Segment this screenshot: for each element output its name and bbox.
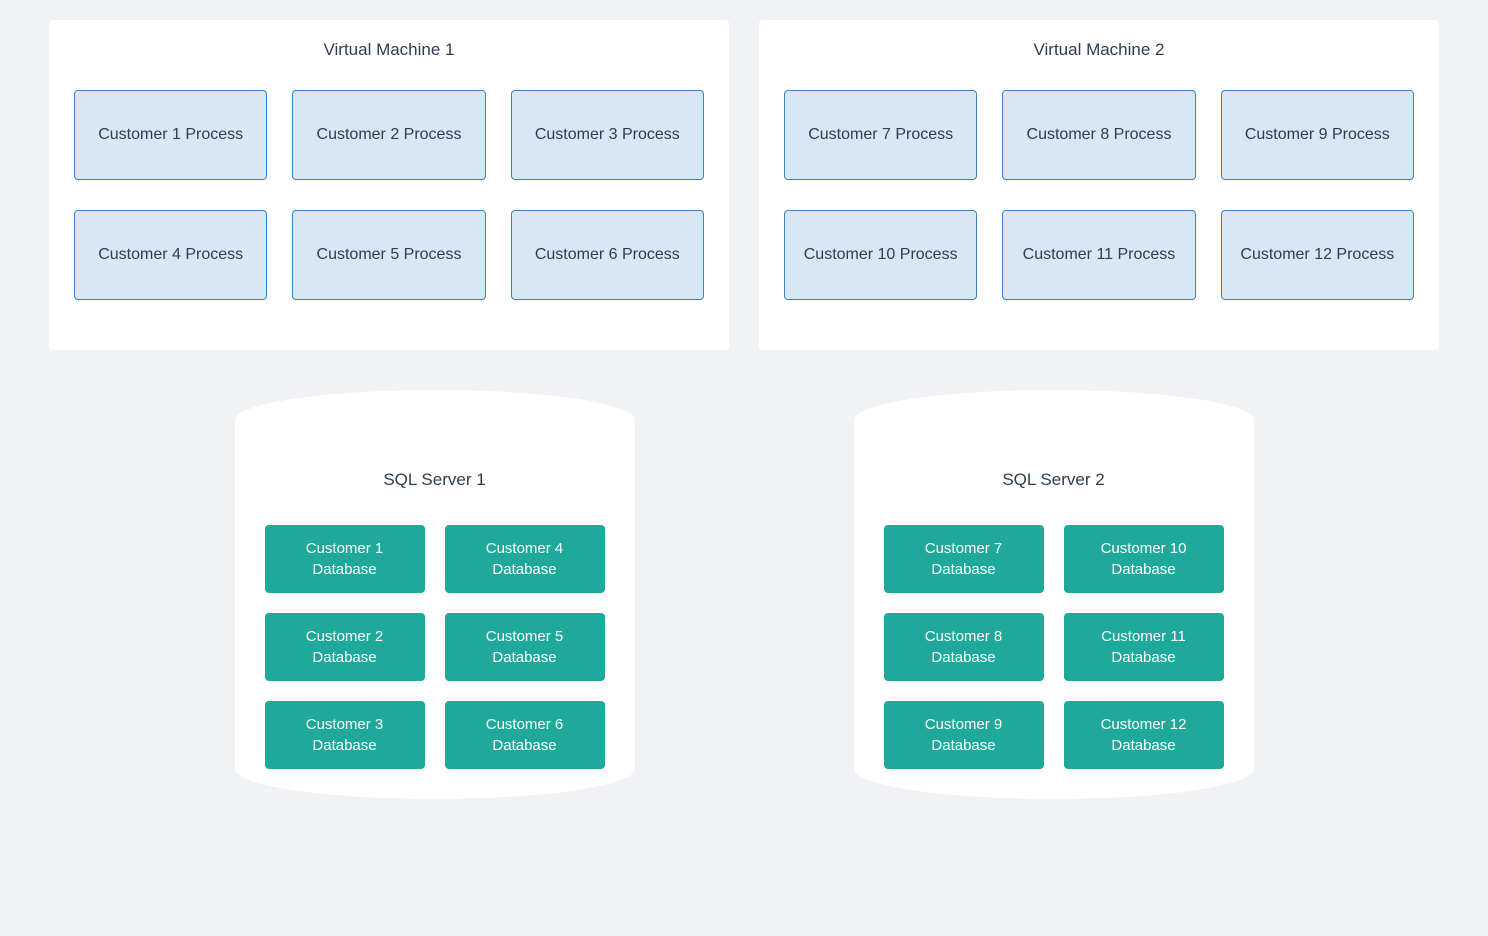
process-box: Customer 12 Process [1221,210,1414,300]
db-box: Customer 5Database [445,613,605,681]
process-box: Customer 9 Process [1221,90,1414,180]
cylinder-body: SQL Server 1 Customer 1Database Customer… [235,420,635,799]
cylinder-top [235,390,635,450]
process-box: Customer 3 Process [511,90,704,180]
process-box: Customer 11 Process [1002,210,1195,300]
vm-box-1: Virtual Machine 1 Customer 1 Process Cus… [49,20,729,350]
db-grid: Customer 1Database Customer 4Database Cu… [265,525,605,769]
db-box: Customer 8Database [884,613,1044,681]
db-box: Customer 9Database [884,701,1044,769]
cylinder-body: SQL Server 2 Customer 7Database Customer… [854,420,1254,799]
vm-row: Virtual Machine 1 Customer 1 Process Cus… [20,20,1468,350]
db-row: SQL Server 1 Customer 1Database Customer… [20,390,1468,799]
vm-title: Virtual Machine 1 [74,40,704,60]
db-box: Customer 2Database [265,613,425,681]
process-box: Customer 1 Process [74,90,267,180]
process-grid: Customer 1 Process Customer 2 Process Cu… [74,90,704,300]
process-grid: Customer 7 Process Customer 8 Process Cu… [784,90,1414,300]
process-box: Customer 6 Process [511,210,704,300]
db-cylinder-2: SQL Server 2 Customer 7Database Customer… [854,390,1254,799]
db-box: Customer 12Database [1064,701,1224,769]
db-title: SQL Server 1 [265,470,605,490]
vm-title: Virtual Machine 2 [784,40,1414,60]
db-box: Customer 10Database [1064,525,1224,593]
process-box: Customer 4 Process [74,210,267,300]
process-box: Customer 5 Process [292,210,485,300]
db-box: Customer 3Database [265,701,425,769]
db-box: Customer 1Database [265,525,425,593]
db-box: Customer 6Database [445,701,605,769]
vm-box-2: Virtual Machine 2 Customer 7 Process Cus… [759,20,1439,350]
process-box: Customer 10 Process [784,210,977,300]
process-box: Customer 2 Process [292,90,485,180]
db-cylinder-1: SQL Server 1 Customer 1Database Customer… [235,390,635,799]
db-box: Customer 4Database [445,525,605,593]
db-title: SQL Server 2 [884,470,1224,490]
process-box: Customer 8 Process [1002,90,1195,180]
cylinder-top [854,390,1254,450]
db-grid: Customer 7Database Customer 10Database C… [884,525,1224,769]
db-box: Customer 11Database [1064,613,1224,681]
process-box: Customer 7 Process [784,90,977,180]
db-box: Customer 7Database [884,525,1044,593]
